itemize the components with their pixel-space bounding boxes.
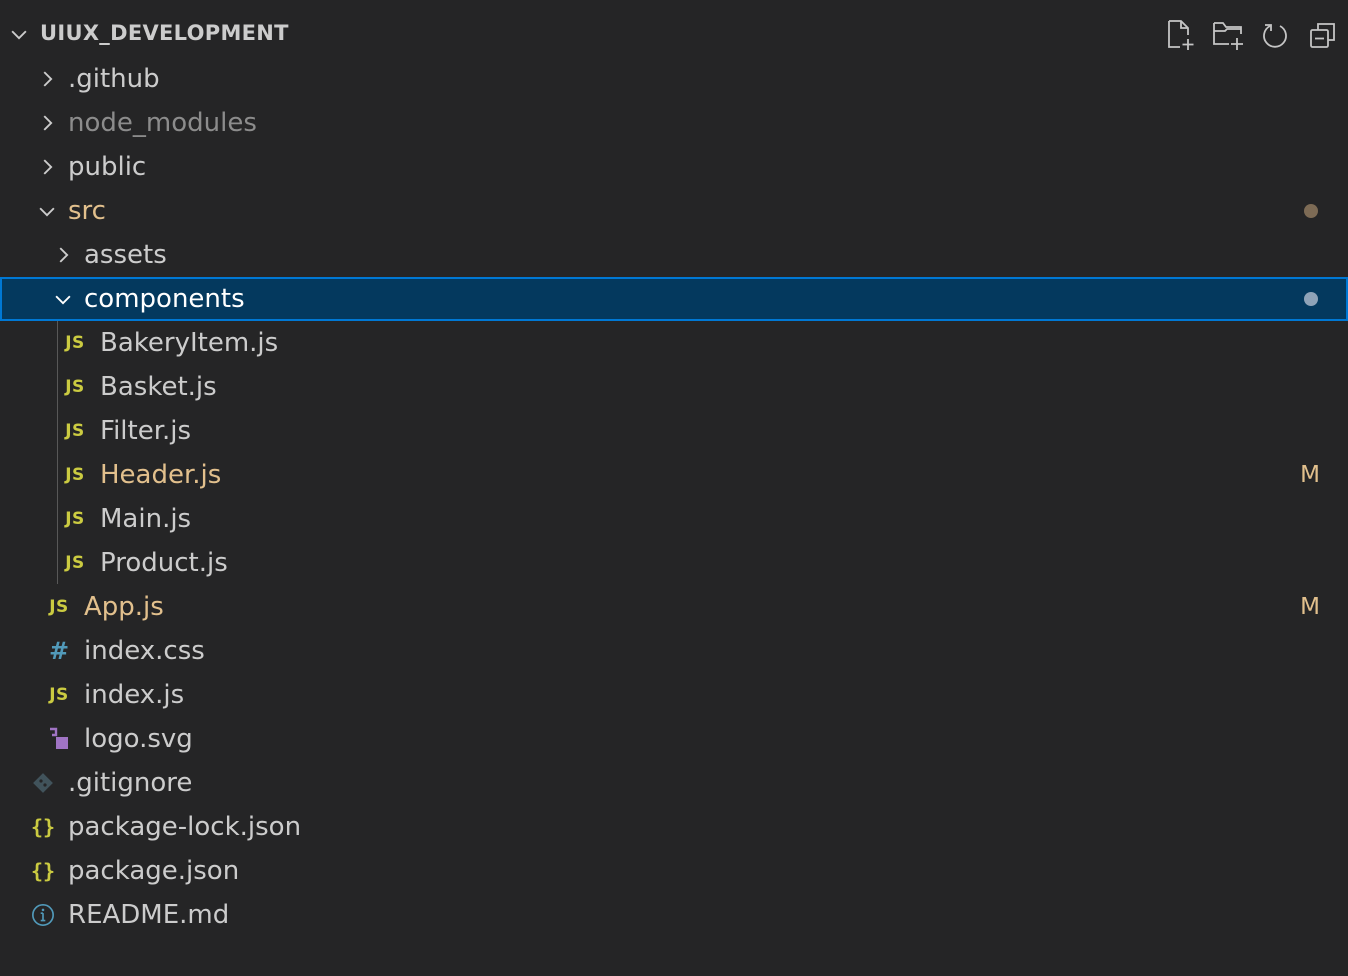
- tree-item-label: Header.js: [100, 460, 222, 490]
- tree-item-label: Main.js: [100, 504, 192, 534]
- json-file-glyph: {}: [30, 859, 56, 883]
- chevron-down-icon[interactable]: [36, 200, 58, 222]
- javascript-file-glyph: JS: [65, 421, 85, 441]
- javascript-file-icon: JS: [47, 681, 71, 709]
- modified-dot-indicator: [1304, 292, 1318, 306]
- file-row-app-js[interactable]: JS App.js M: [0, 585, 1348, 629]
- tree-item-label: README.md: [68, 900, 230, 930]
- javascript-file-icon: JS: [63, 505, 87, 533]
- javascript-file-icon: JS: [63, 417, 87, 445]
- css-file-icon: #: [47, 637, 71, 665]
- collapse-all-icon: [1310, 23, 1335, 48]
- javascript-file-icon: JS: [63, 461, 87, 489]
- tree-item-label: assets: [84, 240, 167, 270]
- javascript-file-icon: JS: [63, 329, 87, 357]
- javascript-file-glyph: JS: [49, 597, 69, 617]
- tree-item-label: index.js: [84, 680, 185, 710]
- new-folder-button[interactable]: [1212, 18, 1246, 52]
- explorer-header[interactable]: UIUX_DEVELOPMENT: [0, 12, 1348, 56]
- tree-item-label: Basket.js: [100, 372, 217, 402]
- javascript-file-icon: JS: [63, 549, 87, 577]
- tree-item-label: public: [68, 152, 147, 182]
- folder-row-public[interactable]: public: [0, 145, 1348, 189]
- file-row-filter-js[interactable]: JS Filter.js: [0, 409, 1348, 453]
- file-row-package-json[interactable]: {} package.json: [0, 849, 1348, 893]
- json-file-icon: {}: [31, 857, 55, 885]
- chevron-right-icon[interactable]: [36, 112, 58, 134]
- tree-item-label: .github: [68, 64, 160, 94]
- folder-row-src[interactable]: src: [0, 189, 1348, 233]
- folder-row-assets[interactable]: assets: [0, 233, 1348, 277]
- tree-item-label: App.js: [84, 592, 164, 622]
- file-row-main-js[interactable]: JS Main.js: [0, 497, 1348, 541]
- file-row-bakeryitem-js[interactable]: JS BakeryItem.js: [0, 321, 1348, 365]
- chevron-right-icon[interactable]: [36, 68, 58, 90]
- refresh-icon: [1263, 24, 1287, 48]
- refresh-button[interactable]: [1258, 18, 1292, 52]
- file-row-index-js[interactable]: JS index.js: [0, 673, 1348, 717]
- javascript-file-glyph: JS: [65, 509, 85, 529]
- modified-dot-indicator: [1304, 204, 1318, 218]
- collapse-all-button[interactable]: [1306, 18, 1340, 52]
- tree-item-label: components: [84, 284, 245, 314]
- file-tree: .github node_modulespublic src assets compon…: [0, 57, 1348, 937]
- file-row-readme-md[interactable]: README.md: [0, 893, 1348, 937]
- file-row-index-css[interactable]: # index.css: [0, 629, 1348, 673]
- javascript-file-icon: JS: [47, 593, 71, 621]
- folder-row-node-modules[interactable]: node_modules: [0, 101, 1348, 145]
- javascript-file-glyph: JS: [49, 685, 69, 705]
- tree-item-label: index.css: [84, 636, 205, 666]
- file-row-logo-svg[interactable]: logo.svg: [0, 717, 1348, 761]
- tree-item-label: node_modules: [68, 108, 257, 138]
- json-file-icon: {}: [31, 813, 55, 841]
- chevron-down-icon[interactable]: [8, 23, 30, 45]
- javascript-file-icon: JS: [63, 373, 87, 401]
- file-row-gitignore[interactable]: .gitignore: [0, 761, 1348, 805]
- tree-item-label: src: [68, 196, 106, 226]
- css-file-glyph: #: [48, 637, 70, 665]
- chevron-right-icon[interactable]: [36, 156, 58, 178]
- file-row-product-js[interactable]: JS Product.js: [0, 541, 1348, 585]
- folder-row-components[interactable]: components: [0, 277, 1348, 321]
- git-status-badge: M: [1300, 594, 1320, 620]
- tree-item-label: .gitignore: [68, 768, 193, 798]
- tree-item-label: Filter.js: [100, 416, 192, 446]
- svg-file-icon: [47, 725, 71, 753]
- tree-item-label: package.json: [68, 856, 240, 886]
- chevron-down-icon[interactable]: [52, 288, 74, 310]
- json-file-glyph: {}: [30, 815, 56, 839]
- javascript-file-glyph: JS: [65, 465, 85, 485]
- explorer-title: UIUX_DEVELOPMENT: [40, 21, 289, 45]
- file-row-header-js[interactable]: JS Header.js M: [0, 453, 1348, 497]
- javascript-file-glyph: JS: [65, 333, 85, 353]
- tree-item-label: Product.js: [100, 548, 228, 578]
- new-file-icon: [1168, 20, 1194, 50]
- new-file-button[interactable]: [1164, 18, 1198, 52]
- git-status-badge: M: [1300, 462, 1320, 488]
- new-folder-icon: [1213, 22, 1243, 50]
- git-file-icon: [31, 769, 55, 797]
- file-row-basket-js[interactable]: JS Basket.js: [0, 365, 1348, 409]
- tree-item-label: BakeryItem.js: [100, 328, 279, 358]
- tree-item-label: package-lock.json: [68, 812, 302, 842]
- info-icon: [31, 901, 55, 929]
- folder-row-github[interactable]: .github: [0, 57, 1348, 101]
- tree-item-label: logo.svg: [84, 724, 193, 754]
- javascript-file-glyph: JS: [65, 553, 85, 573]
- file-row-package-lock-json[interactable]: {} package-lock.json: [0, 805, 1348, 849]
- chevron-right-icon[interactable]: [52, 244, 74, 266]
- javascript-file-glyph: JS: [65, 377, 85, 397]
